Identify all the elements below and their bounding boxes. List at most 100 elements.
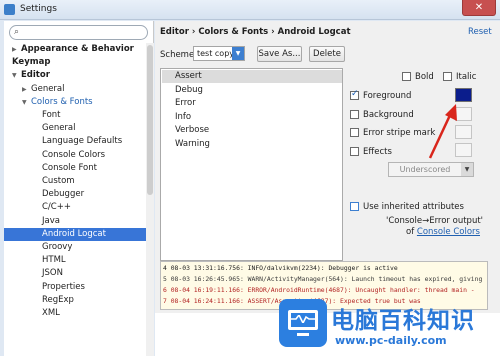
inherit-of-prefix: of xyxy=(406,227,415,237)
window-title: Settings xyxy=(20,4,57,14)
search-input[interactable] xyxy=(26,27,144,38)
tree-item-label: General xyxy=(42,123,76,134)
tree-item-label: Groovy xyxy=(42,242,73,252)
tree-item[interactable]: Properties xyxy=(4,281,85,294)
chevron-down-icon: ▼ xyxy=(232,47,244,60)
tree-item[interactable]: Language Defaults xyxy=(4,135,122,148)
use-inherited-checkbox[interactable] xyxy=(350,202,359,211)
tree-item[interactable]: Groovy xyxy=(4,241,72,254)
bold-label: Bold xyxy=(415,72,434,82)
tree-item[interactable]: HTML xyxy=(4,254,66,267)
log-level-item[interactable]: Warning xyxy=(162,138,342,151)
foreground-color-swatch[interactable] xyxy=(455,88,472,102)
tree-item-label: Editor xyxy=(21,70,50,81)
log-preview-line: 4 08-03 13:31:16.756: INFO/dalvikvm(2234… xyxy=(163,264,398,272)
tree-item[interactable]: JSON xyxy=(4,267,63,280)
tree-item[interactable]: Font xyxy=(4,109,61,122)
tree-item-label: General xyxy=(31,83,65,94)
tree-item-label: Android Logcat xyxy=(42,228,106,239)
title-bar: Settings ✕ xyxy=(0,0,500,20)
tree-item[interactable]: ▶ Appearance & Behavior xyxy=(4,43,134,56)
tree-item[interactable]: General xyxy=(4,122,76,135)
tree-item-label: JSON xyxy=(42,268,63,279)
italic-checkbox[interactable] xyxy=(443,72,452,81)
tree-item-label: Colors & Fonts xyxy=(31,96,93,107)
log-preview-line: 6 08-04 16:19:11.166: ERROR/AndroidRunti… xyxy=(163,286,475,294)
tree-item-label: Java xyxy=(42,215,60,226)
collapse-arrow-icon[interactable]: ▶ xyxy=(12,43,21,56)
effects-checkbox[interactable] xyxy=(350,147,359,156)
background-checkbox[interactable] xyxy=(350,110,359,119)
tree-item-label: Console Colors xyxy=(42,149,106,160)
collapse-arrow-icon[interactable]: ▶ xyxy=(22,83,31,96)
tree-item-label: Properties xyxy=(42,281,85,292)
scrollbar-thumb[interactable] xyxy=(147,45,153,195)
console-colors-link[interactable]: Console Colors xyxy=(417,227,480,237)
tree-item[interactable]: Console Colors xyxy=(4,149,105,162)
tree-item-label: XML xyxy=(42,308,60,318)
tree-item[interactable]: C/C++ xyxy=(4,201,71,214)
log-level-item[interactable]: Verbose xyxy=(162,124,342,137)
tree-item[interactable]: Android Logcat xyxy=(4,227,150,241)
close-button[interactable]: ✕ xyxy=(462,0,496,16)
app-icon xyxy=(4,4,15,15)
tree-item-label: Console Font xyxy=(42,162,97,173)
tree-item-label: Debugger xyxy=(42,189,85,200)
scheme-value: test copy xyxy=(197,49,235,58)
chevron-down-icon: ▼ xyxy=(461,163,473,176)
tree-item[interactable]: ▼ Editor xyxy=(4,69,50,82)
save-as-button[interactable]: Save As... xyxy=(257,46,302,62)
search-icon: ⌕ xyxy=(14,27,20,37)
reset-link[interactable]: Reset xyxy=(468,27,492,37)
log-preview-line: 5 08-03 16:26:45.965: WARN/ActivityManag… xyxy=(163,275,483,283)
tree-item-label: Appearance & Behavior xyxy=(21,44,134,54)
watermark: 电脑百科知识 www.pc-daily.com xyxy=(279,297,500,356)
tree-item[interactable]: Keymap xyxy=(4,56,50,69)
annotation-arrow-icon xyxy=(428,104,457,159)
italic-label: Italic xyxy=(456,72,477,82)
background-label: Background xyxy=(363,110,414,120)
effects-label: Effects xyxy=(363,147,392,157)
scheme-select[interactable]: test copy ▼ xyxy=(193,46,245,61)
log-level-item[interactable]: Assert xyxy=(162,70,342,83)
watermark-title: 电脑百科知识 xyxy=(331,308,475,334)
log-level-item[interactable]: Error xyxy=(162,97,342,110)
inherit-of-line: of Console Colors xyxy=(406,227,480,237)
tree-item-label: Keymap xyxy=(12,57,51,68)
watermark-logo-icon xyxy=(279,299,327,347)
tree-item-label: C/C++ xyxy=(42,202,71,213)
watermark-url: www.pc-daily.com xyxy=(335,334,447,347)
tree-item[interactable]: RegExp xyxy=(4,294,74,307)
tree-item-label: RegExp xyxy=(42,294,74,305)
use-inherited-label: Use inherited attributes xyxy=(363,202,464,212)
tree-item[interactable]: Debugger xyxy=(4,188,84,201)
tree-item[interactable]: Console Font xyxy=(4,162,97,175)
inherit-from-text: 'Console→Error output' xyxy=(386,216,483,226)
delete-button[interactable]: Delete xyxy=(309,46,345,62)
log-level-item[interactable]: Info xyxy=(162,111,342,124)
settings-navigation: ⌕ ▶ Appearance & Behavior Keymap ▼ Editor ▶ Ge… xyxy=(4,21,154,356)
tree-item-label: Language Defaults xyxy=(42,136,123,147)
tree-item[interactable]: Custom xyxy=(4,175,75,188)
tree-item-label: HTML xyxy=(42,255,66,266)
error-stripe-checkbox[interactable] xyxy=(350,128,359,137)
expand-arrow-icon[interactable]: ▼ xyxy=(12,69,21,82)
breadcrumb: Editor › Colors & Fonts › Android Logcat xyxy=(160,27,351,37)
log-level-list: Assert Debug Error Info Verbose Warning xyxy=(160,68,343,261)
bold-checkbox[interactable] xyxy=(402,72,411,81)
effect-type-value: Underscored xyxy=(399,165,451,174)
scheme-label: Scheme: xyxy=(160,50,198,60)
tree-item[interactable]: ▶ General xyxy=(4,83,65,96)
expand-arrow-icon[interactable]: ▼ xyxy=(22,96,31,109)
tree-item-label: Custom xyxy=(42,176,75,186)
settings-search[interactable]: ⌕ xyxy=(9,25,148,40)
tree-item-label: Font xyxy=(42,110,61,120)
log-level-item[interactable]: Debug xyxy=(162,84,342,97)
tree-item[interactable]: ▼ Colors & Fonts xyxy=(4,96,93,109)
effect-type-select[interactable]: Underscored ▼ xyxy=(388,162,474,177)
tree-scrollbar[interactable] xyxy=(146,43,154,356)
foreground-checkbox[interactable] xyxy=(350,89,359,100)
tree-item[interactable]: Java xyxy=(4,215,60,228)
foreground-label: Foreground xyxy=(363,91,412,101)
tree-item[interactable]: XML xyxy=(4,307,60,320)
